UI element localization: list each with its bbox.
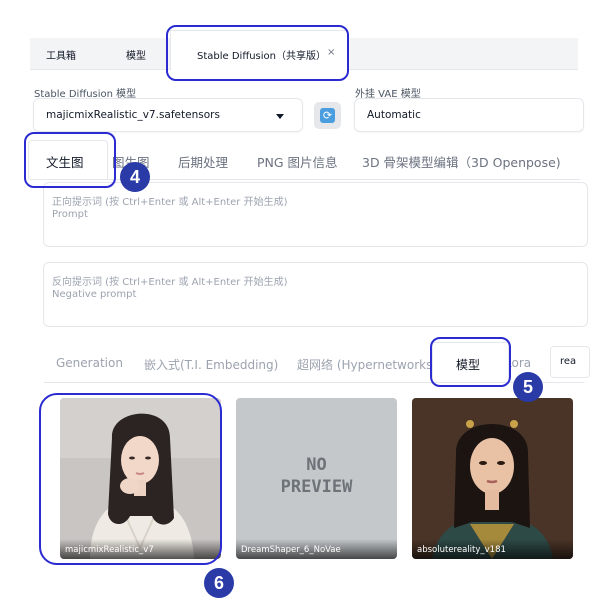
search-value: rea [560,356,577,367]
negative-prompt-placeholder: Negative prompt [52,289,137,300]
sd-model-value: majicmixRealistic_v7.safetensors [46,109,220,121]
tab-png-info[interactable]: PNG 图片信息 [257,152,338,171]
tab-lora[interactable]: Lora [509,356,531,370]
vae-value: Automatic [367,109,421,121]
step-badge-4: 4 [120,162,150,192]
tab-model[interactable]: 模型 [126,47,146,62]
tab-toolbox[interactable]: 工具箱 [46,47,76,62]
refresh-button[interactable]: ⟳ [314,102,341,129]
negative-prompt-hint: 反向提示词 (按 Ctrl+Enter 或 Alt+Enter 开始生成) [52,277,288,288]
search-input[interactable]: rea [550,346,590,378]
tab-lora-clip: Lora [509,355,533,373]
tab-embedding[interactable]: 嵌入式(T.I. Embedding) [144,356,278,373]
chevron-down-icon [276,114,284,119]
step-badge-6: 6 [204,568,234,598]
tab-hypernetworks[interactable]: 超网络 (Hypernetworks) [297,356,437,373]
prompt-input[interactable]: 正向提示词 (按 Ctrl+Enter 或 Alt+Enter 开始生成) Pr… [43,182,588,247]
model-card-absolutereality[interactable]: absolutereality_v181 [412,398,573,559]
negative-prompt-input[interactable]: 反向提示词 (按 Ctrl+Enter 或 Alt+Enter 开始生成) Ne… [43,262,588,327]
highlight-checkpoints-tab [430,337,511,387]
model-card-name: DreamShaper_6_NoVae [236,539,397,559]
step-badge-5: 5 [513,372,543,402]
model-card-name: absolutereality_v181 [412,539,573,559]
refresh-icon: ⟳ [320,108,335,123]
model-card-dreamshaper[interactable]: NO PREVIEW DreamShaper_6_NoVae [236,398,397,559]
prompt-placeholder: Prompt [52,209,88,220]
no-preview-text: NO PREVIEW [280,455,353,497]
tab-extras[interactable]: 后期处理 [178,152,228,171]
tab-3d-openpose[interactable]: 3D 骨架模型编辑（3D Openpose) [362,152,561,171]
sd-model-select[interactable]: majicmixRealistic_v7.safetensors [33,98,303,132]
model-preview-image [412,398,573,559]
prompt-hint: 正向提示词 (按 Ctrl+Enter 或 Alt+Enter 开始生成) [52,197,288,208]
vae-select[interactable]: Automatic [354,98,584,132]
highlight-txt2img-tab [24,132,116,188]
tab-generation[interactable]: Generation [56,356,123,370]
highlight-majicmix-card [39,393,222,565]
highlight-sd-tab [166,25,349,81]
